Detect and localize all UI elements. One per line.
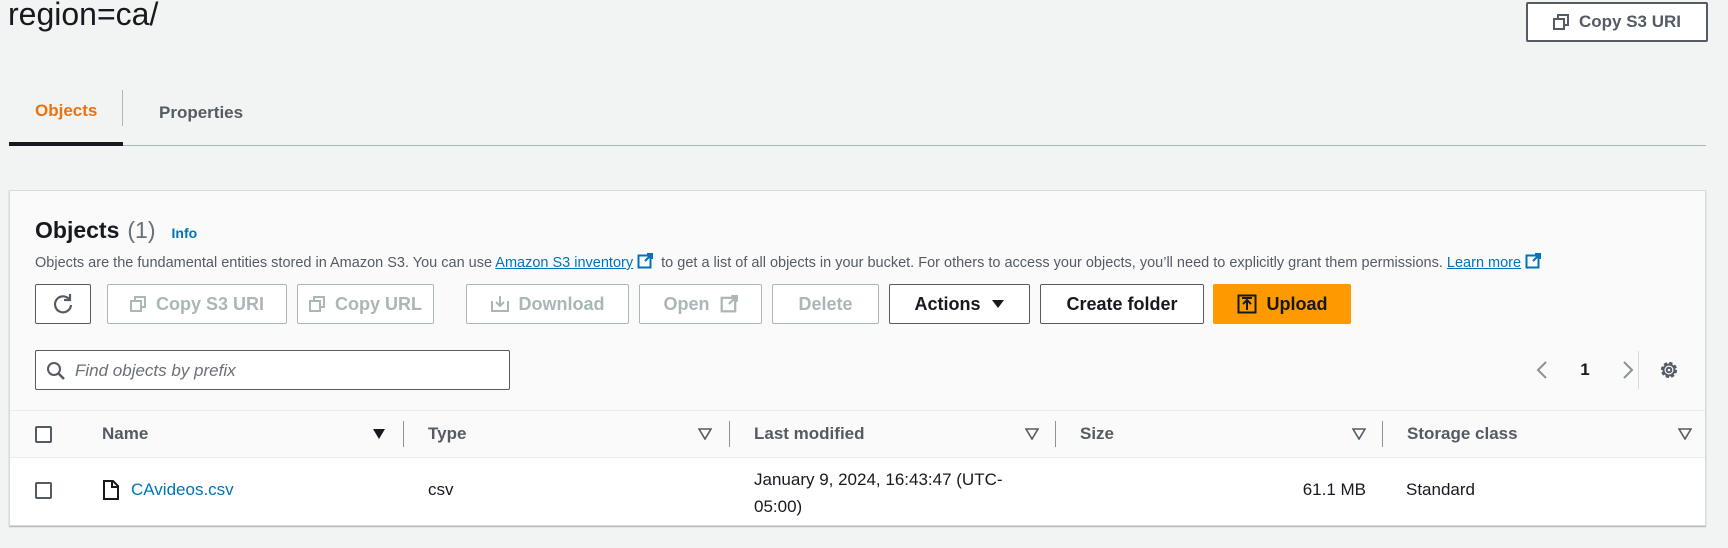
file-icon [103, 480, 119, 500]
sort-icon[interactable] [698, 428, 712, 440]
copy-icon [129, 296, 146, 312]
sort-desc-icon[interactable] [372, 428, 386, 440]
copy-s3-uri-label: Copy S3 URI [1578, 12, 1682, 31]
upload-label: Upload [1266, 293, 1328, 314]
column-divider[interactable] [403, 421, 404, 447]
external-link-icon [720, 295, 738, 313]
table-header: Name Type Last modified Size Storage cla… [10, 410, 1705, 458]
caret-down-icon [991, 300, 1004, 308]
sort-icon[interactable] [1678, 428, 1692, 440]
chevron-left-icon[interactable] [1535, 360, 1549, 380]
copy-icon [309, 296, 325, 312]
column-last-modified[interactable]: Last modified [754, 411, 865, 457]
download-label: Download [518, 293, 605, 314]
object-name-link[interactable]: CAvideos.csv [131, 480, 234, 500]
search-input[interactable] [75, 360, 495, 382]
copy-url-button[interactable]: Copy URL [297, 284, 434, 324]
create-folder-label: Create folder [1066, 293, 1178, 314]
sort-icon[interactable] [1025, 428, 1039, 440]
page-number[interactable]: 1 [1580, 360, 1589, 380]
tab-objects[interactable]: Objects [9, 80, 123, 146]
column-divider[interactable] [1055, 421, 1056, 447]
object-storage-class: Standard [1406, 480, 1475, 499]
description-middle: to get a list of all objects in your buc… [657, 255, 1447, 271]
last-modified-line1: January 9, 2024, 16:43:47 (UTC- [754, 470, 1003, 489]
column-type[interactable]: Type [428, 411, 466, 457]
objects-description: Objects are the fundamental entities sto… [35, 253, 1545, 271]
external-link-icon [637, 253, 654, 269]
row-checkbox[interactable] [35, 482, 52, 499]
page-title: region=ca/ [8, 0, 159, 32]
download-button[interactable]: Download [466, 284, 629, 324]
info-link[interactable]: Info [172, 225, 198, 241]
gear-icon[interactable] [1658, 359, 1680, 381]
search-icon [47, 362, 65, 380]
open-label: Open [663, 293, 710, 314]
column-divider[interactable] [729, 421, 730, 447]
description-prefix: Objects are the fundamental entities sto… [35, 255, 496, 271]
copy-icon [1552, 14, 1569, 30]
pager-divider [1638, 351, 1639, 389]
external-link-icon [1525, 253, 1542, 269]
table-row[interactable]: CAvideos.csv csv January 9, 2024, 16:43:… [10, 458, 1705, 525]
refresh-button[interactable] [35, 284, 91, 324]
open-button[interactable]: Open [639, 284, 762, 324]
pagination: 1 [1535, 351, 1635, 389]
column-storage-class[interactable]: Storage class [1407, 411, 1518, 457]
tab-divider [122, 90, 123, 126]
upload-icon [1237, 294, 1256, 314]
objects-count: (1) [127, 217, 156, 243]
objects-panel: Objects (1) Info Objects are the fundame… [9, 190, 1706, 526]
refresh-icon [53, 294, 73, 314]
objects-header: Objects (1) Info [35, 217, 197, 244]
delete-label: Delete [798, 293, 853, 314]
search-box [35, 350, 510, 390]
last-modified-line2: 05:00) [754, 497, 803, 516]
download-icon [490, 296, 509, 312]
chevron-right-icon[interactable] [1621, 360, 1635, 380]
objects-title: Objects [35, 217, 120, 243]
copy-s3-uri-toolbar-label: Copy S3 URI [155, 293, 265, 314]
object-size: 61.1 MB [1302, 480, 1366, 499]
actions-label: Actions [914, 293, 981, 314]
create-folder-button[interactable]: Create folder [1040, 284, 1204, 324]
copy-s3-uri-toolbar-button[interactable]: Copy S3 URI [107, 284, 287, 324]
learn-more-link[interactable]: Learn more [1447, 255, 1521, 271]
delete-button[interactable]: Delete [772, 284, 879, 324]
tab-properties[interactable]: Properties [133, 80, 269, 146]
column-name[interactable]: Name [102, 411, 148, 457]
inventory-link[interactable]: Amazon S3 inventory [495, 255, 633, 271]
copy-s3-uri-button[interactable]: Copy S3 URI [1526, 2, 1708, 42]
actions-dropdown[interactable]: Actions [889, 284, 1030, 324]
column-size[interactable]: Size [1080, 411, 1114, 457]
object-type: csv [428, 480, 454, 499]
column-divider[interactable] [1382, 421, 1383, 447]
sort-icon[interactable] [1352, 428, 1366, 440]
object-last-modified: January 9, 2024, 16:43:47 (UTC- 05:00) [754, 466, 1003, 520]
select-all-checkbox[interactable] [35, 426, 52, 443]
tab-bar: Objects Properties [9, 80, 1706, 146]
upload-button[interactable]: Upload [1213, 284, 1351, 324]
copy-url-label: Copy URL [335, 293, 422, 314]
